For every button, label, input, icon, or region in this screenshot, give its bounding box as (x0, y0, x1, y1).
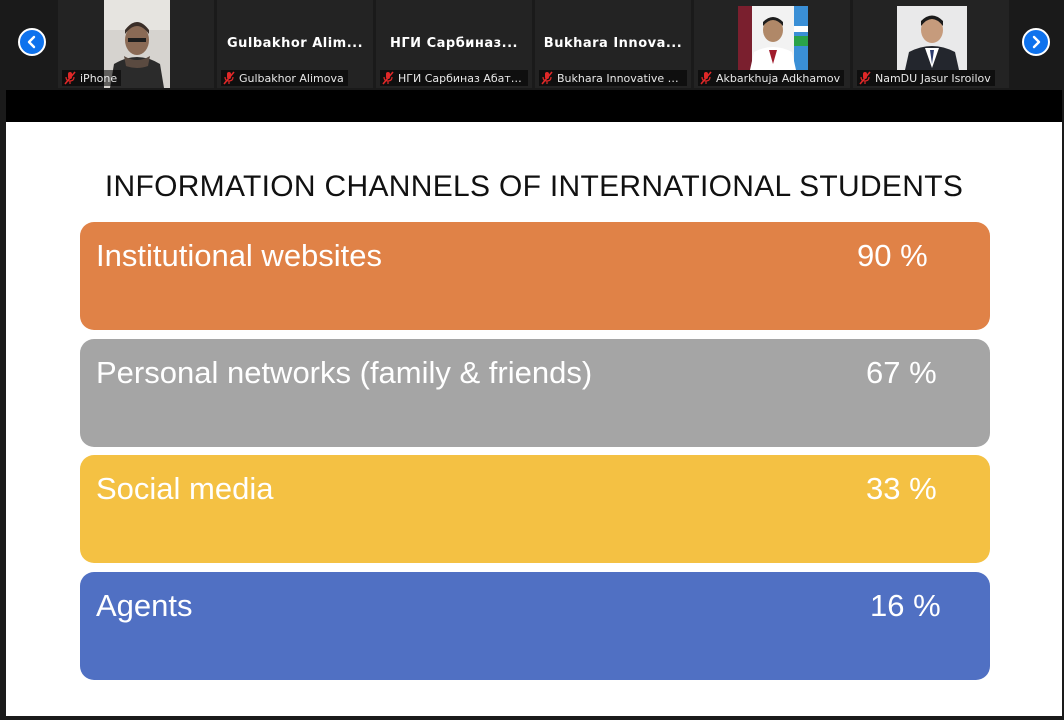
mic-muted-icon (382, 71, 394, 85)
channel-label: Agents (96, 588, 193, 623)
mic-muted-icon (223, 71, 235, 85)
channel-value: 16 % (870, 588, 941, 623)
participant-tile-name: Bukhara Innova... (543, 36, 683, 51)
participant-name: NamDU Jasur Isroilov (875, 71, 991, 85)
slide-title: INFORMATION CHANNELS OF INTERNATIONAL ST… (104, 170, 964, 203)
channel-value: 67 % (866, 355, 937, 390)
participant-video-akbarkhuja (738, 6, 808, 70)
participant-name-label: Bukhara Innovative Medi... (539, 70, 687, 86)
chevron-left-icon (27, 35, 36, 49)
channel-label: Personal networks (family & friends) (96, 355, 593, 390)
channel-row-personal-networks: Personal networks (family & friends) 67 … (80, 339, 990, 447)
mic-muted-icon (541, 71, 553, 85)
participant-name-label: NamDU Jasur Isroilov (857, 70, 995, 86)
channel-value: 90 % (857, 238, 928, 273)
participant-tile-ngi[interactable]: НГИ Сарбиназ... НГИ Сарбиназ Абатовна (376, 0, 532, 88)
participant-name-label: НГИ Сарбиназ Абатовна (380, 70, 528, 86)
channel-row-social-media: Social media 33 % (80, 455, 990, 563)
channel-row-agents: Agents 16 % (80, 572, 990, 680)
participant-tile-name: НГИ Сарбиназ... (390, 36, 518, 51)
participant-name-label: Gulbakhor Alimova (221, 70, 348, 86)
participant-name: Gulbakhor Alimova (239, 71, 344, 85)
next-page-button[interactable] (1022, 28, 1050, 56)
mic-muted-icon (859, 71, 871, 85)
person-photo (897, 6, 967, 70)
participant-name: НГИ Сарбиназ Абатовна (398, 71, 524, 85)
participant-tile-jasur[interactable]: NamDU Jasur Isroilov (853, 0, 1009, 88)
participant-tile-gulbakhor[interactable]: Gulbakhor Alim... Gulbakhor Alimova (217, 0, 373, 88)
shared-slide: INFORMATION CHANNELS OF INTERNATIONAL ST… (6, 122, 1062, 716)
channel-value: 33 % (866, 471, 937, 506)
participant-name: Akbarkhuja Adkhamov (716, 71, 841, 85)
mic-muted-icon (700, 71, 712, 85)
channel-label: Social media (96, 471, 274, 506)
participant-strip: iPhone Gulbakhor Alim... Gulbakhor Alimo… (0, 0, 1064, 90)
participant-name-label: iPhone (62, 70, 122, 86)
participant-tile-bukhara[interactable]: Bukhara Innova... Bukhara Innovative Med… (535, 0, 691, 88)
chevron-right-icon (1032, 35, 1041, 49)
participant-tile-akbarkhuja[interactable]: Akbarkhuja Adkhamov (694, 0, 850, 88)
mic-muted-icon (64, 71, 76, 85)
channel-label: Institutional websites (96, 238, 383, 273)
participant-name: iPhone (80, 71, 118, 85)
participant-tile-iphone[interactable]: iPhone (58, 0, 214, 88)
share-top-bar (6, 90, 1062, 122)
person-photo (738, 6, 808, 70)
participant-video-jasur (897, 6, 967, 70)
prev-page-button[interactable] (18, 28, 46, 56)
participant-tile-name: Gulbakhor Alim... (226, 36, 364, 51)
participant-name: Bukhara Innovative Medi... (557, 71, 683, 85)
channel-row-institutional-websites: Institutional websites 90 % (80, 222, 990, 330)
participant-name-label: Akbarkhuja Adkhamov (698, 70, 845, 86)
zoom-meeting-window: iPhone Gulbakhor Alim... Gulbakhor Alimo… (0, 0, 1064, 720)
